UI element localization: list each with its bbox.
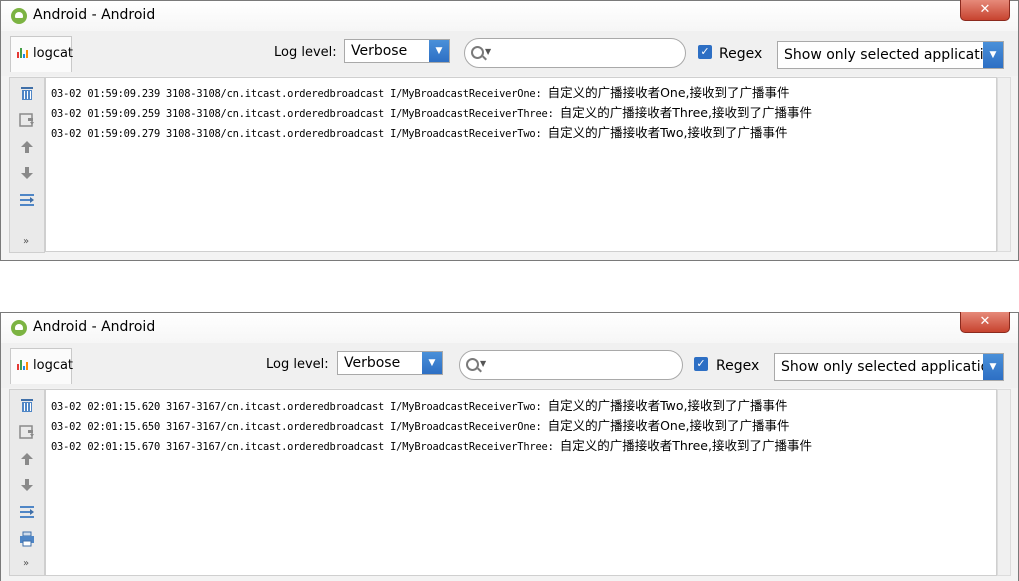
close-button[interactable]: ✕: [960, 0, 1010, 21]
regex-checkbox[interactable]: ✓: [698, 45, 712, 59]
title-bar: Android - Android ✕: [1, 0, 1018, 31]
log-meta: 03-02 01:59:09.259 3108-3108/cn.itcast.o…: [51, 108, 554, 120]
log-level-label: Log level:: [266, 357, 329, 372]
search-options-icon: ▼: [485, 47, 492, 56]
log-line: 03-02 02:01:15.650 3167-3167/cn.itcast.o…: [51, 415, 790, 434]
filter-dropdown[interactable]: Show only selected application ▼: [777, 41, 1004, 69]
print-icon[interactable]: [18, 530, 36, 548]
log-meta: 03-02 01:59:09.239 3108-3108/cn.itcast.o…: [51, 88, 542, 100]
log-meta: 03-02 02:01:15.620 3167-3167/cn.itcast.o…: [51, 401, 542, 413]
log-output[interactable]: 03-02 02:01:15.620 3167-3167/cn.itcast.o…: [45, 389, 997, 576]
log-meta: 03-02 02:01:15.670 3167-3167/cn.itcast.o…: [51, 441, 554, 453]
log-message: 自定义的广播接收者Three,接收到了广播事件: [559, 438, 812, 453]
toolbar: logcat Log level: Verbose ▼ ▼ ✓ Regex Sh…: [1, 31, 1018, 76]
logcat-sidebar: »: [9, 77, 45, 253]
search-icon: [466, 358, 479, 371]
log-message: 自定义的广播接收者One,接收到了广播事件: [547, 85, 790, 100]
window-title: Android - Android: [33, 319, 156, 335]
logcat-window-1: Android - Android ✕ logcat Log level: Ve…: [0, 0, 1019, 261]
android-app-icon: [11, 8, 27, 24]
log-message: 自定义的广播接收者Two,接收到了广播事件: [547, 398, 788, 413]
search-input[interactable]: ▼: [459, 350, 683, 380]
log-message: 自定义的广播接收者Three,接收到了广播事件: [559, 105, 812, 120]
log-meta: 03-02 02:01:15.650 3167-3167/cn.itcast.o…: [51, 421, 542, 433]
chevron-down-icon: ▼: [422, 352, 442, 374]
regex-checkbox[interactable]: ✓: [694, 357, 708, 371]
log-level-dropdown[interactable]: Verbose ▼: [337, 351, 443, 375]
log-line: 03-02 01:59:09.259 3108-3108/cn.itcast.o…: [51, 102, 812, 121]
tab-label: logcat: [33, 358, 74, 373]
more-actions-icon[interactable]: »: [23, 558, 29, 569]
logcat-icon: [17, 48, 31, 58]
arrow-up-icon[interactable]: [18, 450, 36, 468]
log-message: 自定义的广播接收者Two,接收到了广播事件: [547, 125, 788, 140]
log-line: 03-02 01:59:09.239 3108-3108/cn.itcast.o…: [51, 82, 790, 101]
soft-wrap-icon[interactable]: [18, 503, 36, 521]
more-actions-icon[interactable]: »: [23, 236, 29, 247]
log-level-value: Verbose: [351, 43, 408, 59]
search-icon: [471, 46, 484, 59]
log-line: 03-02 02:01:15.670 3167-3167/cn.itcast.o…: [51, 435, 812, 454]
arrow-up-icon[interactable]: [18, 138, 36, 156]
log-line: 03-02 01:59:09.279 3108-3108/cn.itcast.o…: [51, 122, 788, 141]
save-log-icon[interactable]: [18, 423, 36, 441]
trash-icon[interactable]: [18, 396, 36, 414]
soft-wrap-icon[interactable]: [18, 191, 36, 209]
log-message: 自定义的广播接收者One,接收到了广播事件: [547, 418, 790, 433]
save-log-icon[interactable]: [18, 111, 36, 129]
tab-logcat[interactable]: logcat: [10, 348, 74, 384]
log-line: 03-02 02:01:15.620 3167-3167/cn.itcast.o…: [51, 395, 788, 414]
arrow-down-icon[interactable]: [18, 164, 36, 182]
regex-label: Regex: [716, 358, 760, 374]
filter-value: Show only selected application: [781, 359, 999, 375]
log-output[interactable]: 03-02 01:59:09.239 3108-3108/cn.itcast.o…: [45, 77, 997, 252]
vertical-scrollbar[interactable]: [997, 77, 1011, 252]
toolbar: logcat Log level: Verbose ▼ ▼ ✓ Regex Sh…: [1, 343, 1018, 388]
log-level-value: Verbose: [344, 355, 401, 371]
filter-value: Show only selected application: [784, 47, 1002, 63]
arrow-down-icon[interactable]: [18, 476, 36, 494]
title-bar: Android - Android ✕: [1, 312, 1018, 343]
filter-dropdown[interactable]: Show only selected application ▼: [774, 353, 1004, 381]
tab-logcat[interactable]: logcat: [10, 36, 74, 72]
log-level-label: Log level:: [274, 45, 337, 60]
android-app-icon: [11, 320, 27, 336]
regex-label: Regex: [719, 46, 763, 62]
logcat-icon: [17, 360, 31, 370]
trash-icon[interactable]: [18, 84, 36, 102]
log-meta: 03-02 01:59:09.279 3108-3108/cn.itcast.o…: [51, 128, 542, 140]
log-level-dropdown[interactable]: Verbose ▼: [344, 39, 450, 63]
window-title: Android - Android: [33, 7, 156, 23]
search-input[interactable]: ▼: [464, 38, 686, 68]
search-options-icon: ▼: [480, 359, 487, 368]
chevron-down-icon: ▼: [429, 40, 449, 62]
logcat-sidebar: »: [9, 389, 45, 576]
chevron-down-icon: ▼: [983, 42, 1003, 68]
chevron-down-icon: ▼: [983, 354, 1003, 380]
close-button[interactable]: ✕: [960, 312, 1010, 333]
logcat-window-2: Android - Android ✕ logcat Log level: Ve…: [0, 312, 1019, 581]
tab-label: logcat: [33, 46, 74, 61]
vertical-scrollbar[interactable]: [997, 389, 1011, 576]
